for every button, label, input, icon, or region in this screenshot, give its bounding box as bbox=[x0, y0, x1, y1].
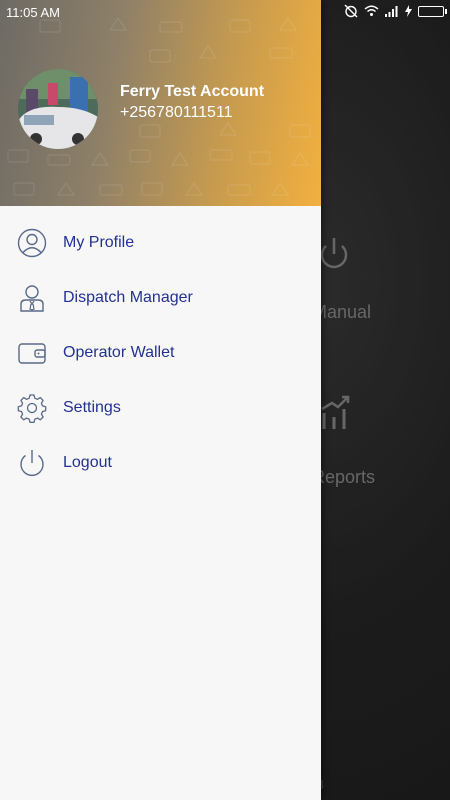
status-bar: 11:05 AM bbox=[0, 0, 450, 24]
menu-item-my-profile[interactable]: My Profile bbox=[0, 216, 321, 271]
wallet-icon bbox=[18, 343, 46, 364]
signal-icon bbox=[385, 6, 398, 17]
menu-label: Operator Wallet bbox=[63, 344, 175, 361]
battery-icon bbox=[418, 5, 447, 17]
alarm-off-icon bbox=[344, 4, 358, 18]
status-icons bbox=[344, 4, 447, 18]
status-time: 11:05 AM bbox=[6, 5, 60, 20]
menu-item-dispatch-manager[interactable]: Dispatch Manager bbox=[0, 271, 321, 326]
charging-icon bbox=[405, 5, 412, 17]
menu-label: Dispatch Manager bbox=[63, 289, 193, 306]
drawer-menu: My Profile Dispatch Manager Operator Wal… bbox=[0, 216, 321, 491]
profile-icon bbox=[17, 228, 47, 258]
menu-label: Logout bbox=[63, 454, 112, 471]
gear-icon bbox=[17, 394, 47, 423]
account-name: Ferry Test Account bbox=[120, 83, 265, 100]
dispatch-manager-icon bbox=[20, 285, 44, 312]
power-icon bbox=[20, 450, 44, 477]
menu-item-logout[interactable]: Logout bbox=[0, 436, 321, 491]
navigation-drawer: Ferry Test Account +256780111511 My Prof… bbox=[0, 0, 321, 800]
wifi-icon bbox=[364, 5, 379, 16]
account-phone: +256780111511 bbox=[120, 104, 233, 121]
menu-label: My Profile bbox=[63, 234, 135, 251]
drawer-header: Ferry Test Account +256780111511 bbox=[0, 0, 321, 206]
menu-item-settings[interactable]: Settings bbox=[0, 381, 321, 436]
menu-label: Settings bbox=[63, 399, 121, 416]
avatar[interactable] bbox=[18, 69, 98, 149]
menu-item-operator-wallet[interactable]: Operator Wallet bbox=[0, 326, 321, 381]
avatar-photo bbox=[18, 69, 98, 149]
